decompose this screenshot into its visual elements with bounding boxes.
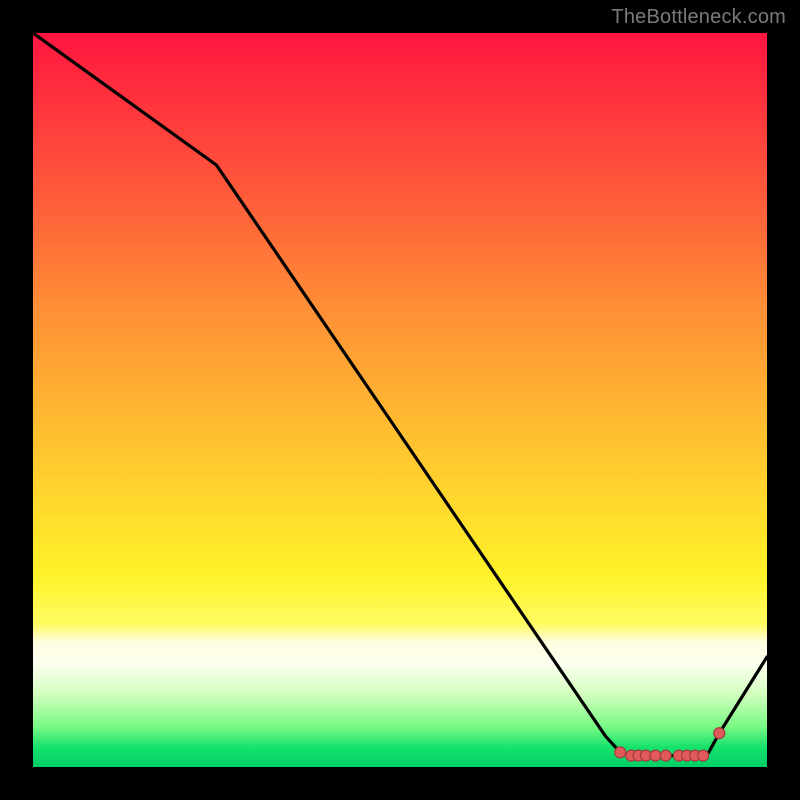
chart-marker [615, 747, 626, 758]
chart-marker [698, 750, 709, 761]
chart-marker [714, 728, 725, 739]
chart-marker [650, 750, 661, 761]
chart-frame: TheBottleneck.com [0, 0, 800, 800]
chart-markers [615, 728, 725, 761]
watermark-text: TheBottleneck.com [611, 6, 786, 29]
chart-overlay [33, 33, 767, 767]
chart-line [33, 33, 767, 756]
chart-marker [660, 750, 671, 761]
